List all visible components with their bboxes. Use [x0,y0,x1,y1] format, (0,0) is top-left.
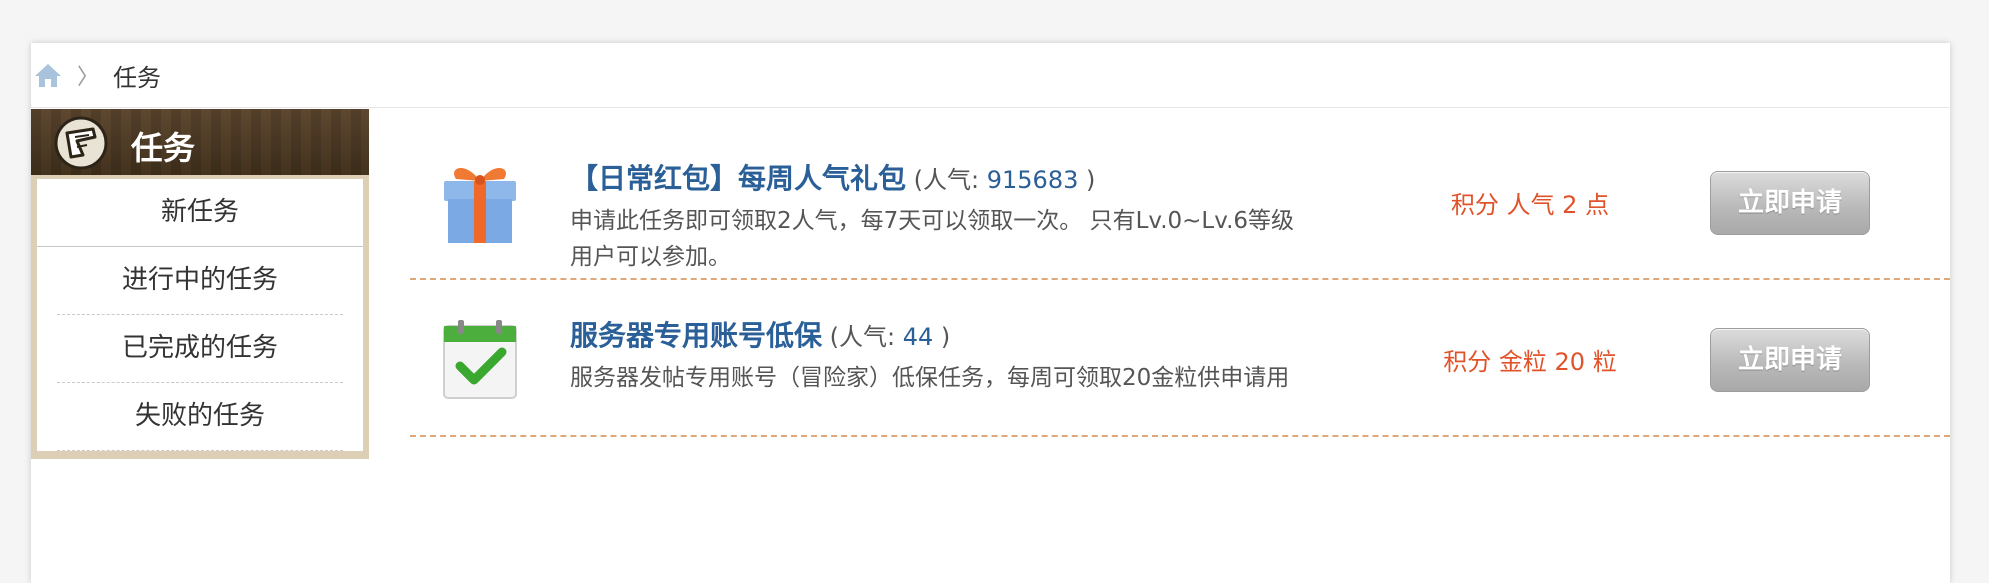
sidebar-item-failed[interactable]: 失败的任务 [57,383,343,451]
task-popularity-suffix: ) [1078,166,1096,194]
task-title-line: 服务器专用账号低保 (人气: 44 ) [570,314,950,354]
task-scroll-icon [54,116,108,170]
sidebar-list: 新任务 进行中的任务 已完成的任务 失败的任务 [37,179,363,451]
task-popularity-suffix: ) [933,323,951,351]
sidebar-title: 任务 [131,129,196,167]
apply-button[interactable]: 立即申请 [1710,171,1870,235]
breadcrumb-separator: 〉 [77,65,100,90]
task-description: 申请此任务即可领取2人气，每7天可以领取一次。 只有Lv.0~Lv.6等级用户可… [570,208,1295,270]
task-row: 服务器专用账号低保 (人气: 44 ) 服务器发帖专用账号（冒险家）低保任务，每… [410,280,1950,437]
sidebar-item-completed[interactable]: 已完成的任务 [57,315,343,383]
calendar-check-icon [443,320,517,399]
apply-button[interactable]: 立即申请 [1710,328,1870,392]
sidebar-header: 任务 [31,109,369,175]
task-row: 【日常红包】每周人气礼包 (人气: 915683 ) 申请此任务即可领取2人气，… [410,123,1950,280]
task-list: 【日常红包】每周人气礼包 (人气: 915683 ) 申请此任务即可领取2人气，… [410,123,1950,437]
main-panel: 〉 任务 任务 新任务 进行中的任务 已完成的任务 失败的任务 【日常红包】每周… [31,43,1950,583]
sidebar: 任务 新任务 进行中的任务 已完成的任务 失败的任务 [31,109,369,459]
task-popularity-value: 915683 [986,166,1079,194]
task-title[interactable]: 【日常红包】每周人气礼包 [570,162,906,195]
task-reward: 积分 金粒 20 粒 [1443,348,1617,376]
task-popularity-label: (人气: [906,166,987,194]
breadcrumb-current[interactable]: 任务 [113,58,161,93]
task-popularity-value: 44 [902,323,934,351]
task-title[interactable]: 服务器专用账号低保 [570,319,822,352]
home-icon[interactable] [33,61,63,89]
gift-icon [444,167,516,243]
task-popularity-label: (人气: [822,323,903,351]
task-reward: 积分 人气 2 点 [1450,191,1610,219]
sidebar-item-new[interactable]: 新任务 [37,179,363,247]
breadcrumb: 〉 任务 [31,43,1950,108]
task-description: 服务器发帖专用账号（冒险家）低保任务，每周可领取20金粒供申请用 [570,365,1290,391]
task-title-line: 【日常红包】每周人气礼包 (人气: 915683 ) [570,157,1095,197]
sidebar-item-in-progress[interactable]: 进行中的任务 [57,247,343,315]
